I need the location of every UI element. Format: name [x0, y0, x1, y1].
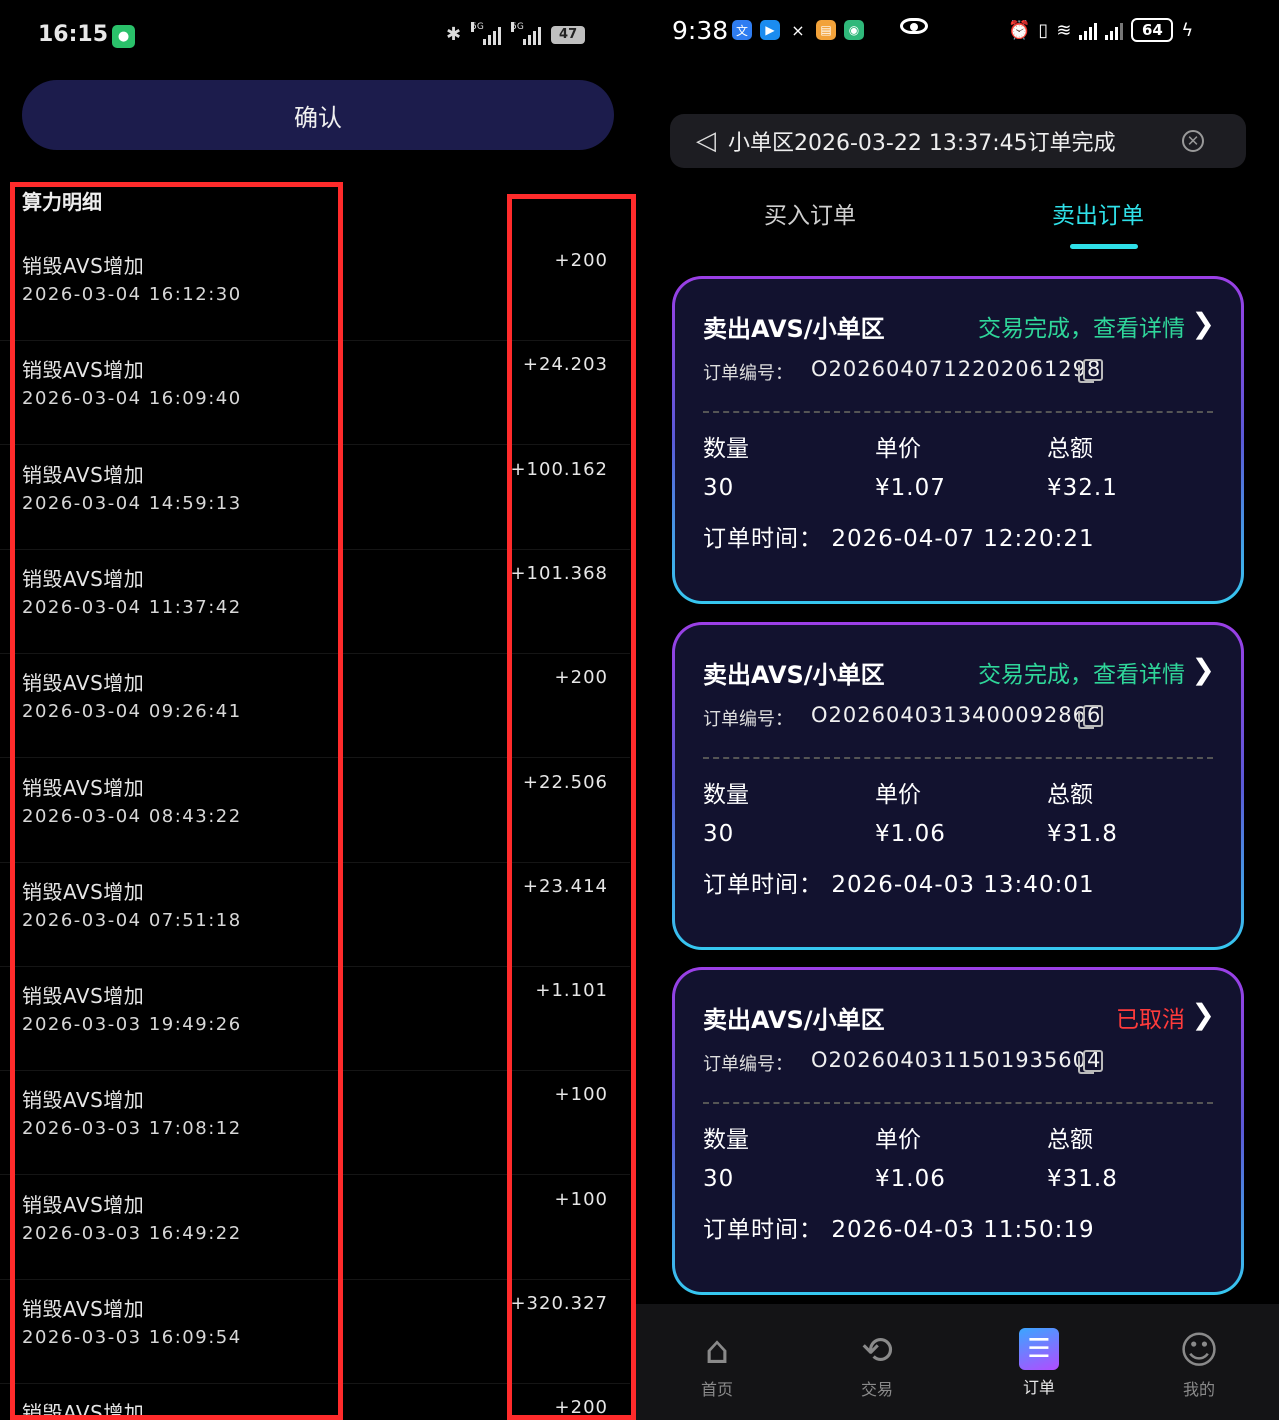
order-time-value: 2026-04-03 13:40:01 — [831, 871, 1095, 898]
price-value: ¥1.07 — [875, 475, 946, 501]
highlight-box-right — [507, 194, 636, 1420]
tab-buy-orders[interactable]: 买入订单 — [764, 196, 856, 230]
status-time: 9:38 — [672, 16, 729, 45]
qty-label: 数量 — [703, 436, 749, 462]
signal-icon — [1079, 20, 1098, 40]
order-number-label: 订单编号： — [703, 1054, 793, 1075]
price-label: 单价 — [875, 1127, 921, 1153]
order-title: 卖出AVS/小单区 — [703, 660, 885, 689]
price-label: 单价 — [875, 781, 921, 808]
active-tab-indicator — [1070, 244, 1138, 249]
total-value: ¥32.1 — [1047, 475, 1118, 501]
wifi-icon: ≋ — [1056, 19, 1072, 41]
bottom-nav: ⌂ 首页 ⟲ 交易 ☰ 订单 ☺ 我的 — [636, 1304, 1279, 1420]
total-label: 总额 — [1047, 1127, 1093, 1153]
notice-bar[interactable]: ◁ 小单区2026-03-22 13:37:45订单完成 ✕ — [670, 114, 1246, 168]
price-label: 单价 — [875, 436, 921, 462]
order-time-label: 订单时间： — [703, 871, 823, 898]
order-number-label: 订单编号： — [703, 708, 793, 730]
divider — [703, 1102, 1213, 1104]
total-value: ¥31.8 — [1047, 820, 1118, 847]
order-number: O2026040712202061298 — [811, 357, 1102, 381]
bluetooth-icon: ✱ — [446, 24, 462, 45]
order-title: 卖出AVS/小单区 — [703, 315, 885, 343]
copy-icon[interactable] — [1078, 704, 1103, 729]
qty-value: 30 — [703, 475, 735, 501]
order-time: 订单时间： 2026-04-03 13:40:01 — [703, 865, 1095, 899]
order-number-label: 订单编号： — [703, 363, 793, 384]
nav-item-home[interactable]: ⌂ 首页 — [672, 1328, 762, 1400]
copy-icon[interactable] — [1078, 1050, 1103, 1074]
order-card[interactable]: 卖出AVS/小单区 交易完成，查看详情 ❯ 订单编号： O202604071220206… — [672, 276, 1244, 604]
qty-label: 数量 — [703, 1127, 749, 1153]
nav-item-profile[interactable]: ☺ 我的 — [1154, 1328, 1244, 1400]
order-status[interactable]: 交易完成，查看详情 — [978, 655, 1185, 689]
divider — [703, 756, 1213, 759]
signal-icon — [1105, 20, 1124, 40]
confirm-button[interactable]: 确认 — [22, 80, 614, 150]
nav-item-trade[interactable]: ⟲ 交易 — [832, 1328, 922, 1400]
eye-icon — [900, 18, 928, 34]
signal-icon: 5G — [471, 21, 502, 45]
tab-sell-orders[interactable]: 卖出订单 — [1052, 196, 1144, 230]
wechat-icon: ● — [112, 25, 135, 48]
nav-label: 订单 — [1022, 1378, 1055, 1397]
divider — [703, 411, 1213, 413]
order-status[interactable]: 交易完成，查看详情 — [978, 309, 1185, 343]
order-time: 订单时间： 2026-04-03 11:50:19 — [703, 1210, 1095, 1244]
right-screenshot: 9:38 文 ▶ × ▤ ◉ ⏰ ▯ ≋ 64 ϟ ◁ 小单区2026-03-2… — [636, 0, 1279, 1420]
price-value: ¥1.06 — [875, 1166, 946, 1192]
order-card[interactable]: 卖出AVS/小单区 交易完成，查看详情 ❯ 订单编号： O202604031340009… — [672, 622, 1244, 950]
nav-label: 首页 — [700, 1380, 733, 1399]
alarm-icon: ⏰ — [1008, 19, 1031, 41]
nav-label: 我的 — [1182, 1380, 1215, 1399]
status-icons: ⏰ ▯ ≋ 64 ϟ — [1008, 18, 1193, 42]
price-value: ¥1.06 — [875, 820, 946, 847]
order-title: 卖出AVS/小单区 — [703, 1006, 885, 1034]
app-icon: ▤ — [816, 20, 836, 40]
battery-icon: 64 — [1131, 18, 1174, 42]
qty-label: 数量 — [703, 781, 749, 808]
profile-icon: ☺ — [1179, 1328, 1219, 1372]
status-time: 16:15 — [38, 22, 109, 47]
order-time-label: 订单时间： — [703, 1217, 823, 1243]
trade-icon: ⟲ — [861, 1328, 893, 1372]
chevron-right-icon[interactable]: ❯ — [1192, 653, 1215, 686]
total-label: 总额 — [1047, 436, 1093, 462]
signal-icon: 5G — [511, 21, 542, 45]
notification-icons: 文 ▶ × ▤ ◉ — [732, 20, 864, 40]
speaker-icon: ◁ — [696, 126, 716, 156]
order-status[interactable]: 已取消 — [1116, 1000, 1185, 1034]
qty-value: 30 — [703, 820, 735, 847]
close-icon[interactable]: ✕ — [1182, 130, 1204, 152]
total-label: 总额 — [1047, 781, 1093, 808]
qty-value: 30 — [703, 1166, 735, 1192]
chevron-right-icon[interactable]: ❯ — [1192, 998, 1215, 1031]
left-screenshot: 16:15 ● ✱ 5G 5G 47 确认 算力明细 销毁AVS增加 2026-0… — [0, 0, 636, 1420]
battery-icon: 47 — [551, 25, 586, 44]
notice-text: 小单区2026-03-22 13:37:45订单完成 — [728, 131, 1116, 156]
order-card[interactable]: 卖出AVS/小单区 已取消 ❯ 订单编号： O2026040311501935604 数量… — [672, 967, 1244, 1295]
nav-item-orders[interactable]: ☰ 订单 — [994, 1328, 1084, 1398]
total-value: ¥31.8 — [1047, 1166, 1118, 1192]
order-time-value: 2026-04-03 11:50:19 — [831, 1217, 1095, 1243]
order-time-label: 订单时间： — [703, 526, 823, 552]
nav-label: 交易 — [860, 1380, 893, 1399]
orders-icon: ☰ — [1019, 1328, 1059, 1370]
highlight-box-left — [10, 182, 343, 1420]
app-icon: 文 — [732, 20, 752, 40]
app-icon: ▶ — [760, 20, 780, 40]
order-time: 订单时间： 2026-04-07 12:20:21 — [703, 519, 1095, 553]
vibrate-icon: ▯ — [1038, 19, 1049, 41]
charging-icon: ϟ — [1181, 19, 1194, 41]
order-number: O2026040313400092866 — [811, 702, 1102, 727]
order-time-value: 2026-04-07 12:20:21 — [831, 526, 1095, 552]
status-icons: ✱ 5G 5G 47 — [446, 21, 586, 45]
chevron-right-icon[interactable]: ❯ — [1192, 307, 1215, 340]
copy-icon[interactable] — [1078, 359, 1103, 383]
app-icon: ◉ — [844, 20, 864, 40]
order-number: O2026040311501935604 — [811, 1048, 1102, 1072]
home-icon: ⌂ — [704, 1328, 730, 1372]
app-icon: × — [791, 20, 805, 40]
